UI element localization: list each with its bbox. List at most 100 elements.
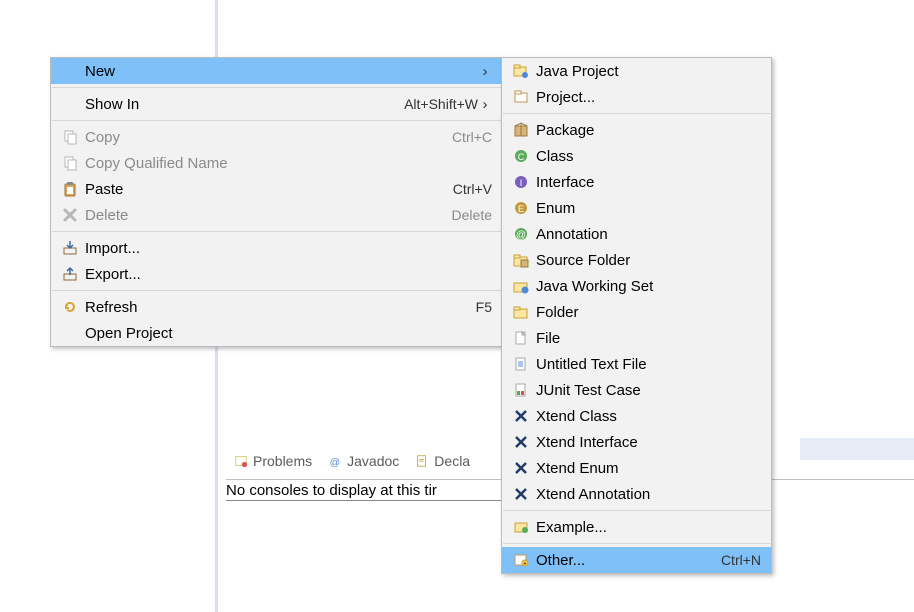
menu-item-show-in[interactable]: Show InAlt+Shift+W› — [51, 91, 502, 117]
menu-item-paste[interactable]: PasteCtrl+V — [51, 176, 502, 202]
enum-icon: E — [508, 200, 534, 216]
menu-item-label: Refresh — [83, 299, 466, 316]
menu-item-import[interactable]: Import... — [51, 235, 502, 261]
menu-item-java-project[interactable]: Java Project — [502, 58, 771, 84]
chevron-right-icon: › — [478, 63, 492, 80]
menu-item-label: Xtend Annotation — [534, 486, 761, 503]
menu-separator — [503, 543, 770, 544]
menu-item-text-file[interactable]: Untitled Text File — [502, 351, 771, 377]
menu-separator — [52, 290, 501, 291]
menu-item-label: Untitled Text File — [534, 356, 761, 373]
menu-item-shortcut: F5 — [466, 299, 492, 315]
svg-text:E: E — [518, 204, 524, 214]
xtend-icon — [508, 434, 534, 450]
menu-item-label: Package — [534, 122, 761, 139]
menu-item-label: Source Folder — [534, 252, 761, 269]
menu-item-xtend-annotation[interactable]: Xtend Annotation — [502, 481, 771, 507]
menu-item-other[interactable]: + Other...Ctrl+N — [502, 547, 771, 573]
javadoc-icon: @ — [328, 454, 342, 468]
svg-text:@: @ — [516, 230, 526, 241]
menu-item-label: Xtend Enum — [534, 460, 761, 477]
menu-item-label: Annotation — [534, 226, 761, 243]
declaration-icon — [415, 454, 429, 468]
menu-item-label: Folder — [534, 304, 761, 321]
folder-icon — [508, 304, 534, 320]
package-icon — [508, 122, 534, 138]
menu-item-label: File — [534, 330, 761, 347]
context-menu-new-submenu[interactable]: Java ProjectProject...PackageCClassIInte… — [501, 57, 772, 574]
menu-separator — [52, 120, 501, 121]
refresh-icon — [57, 299, 83, 315]
junit-icon — [508, 382, 534, 398]
svg-text:@: @ — [330, 456, 341, 468]
xtend-icon — [508, 408, 534, 424]
menu-item-label: Project... — [534, 89, 761, 106]
menu-item-open-project[interactable]: Open Project — [51, 320, 502, 346]
view-tab-label: Decla — [434, 453, 470, 469]
view-tab[interactable]: Problems — [226, 449, 320, 473]
menu-item-export[interactable]: Export... — [51, 261, 502, 287]
problems-icon — [234, 454, 248, 468]
menu-item-junit[interactable]: JUnit Test Case — [502, 377, 771, 403]
menu-item-shortcut: Ctrl+N — [711, 552, 761, 568]
menu-item-delete: DeleteDelete — [51, 202, 502, 228]
file-icon — [508, 330, 534, 346]
menu-item-label: Import... — [83, 240, 492, 257]
export-icon — [57, 266, 83, 282]
menu-item-xtend-class[interactable]: Xtend Class — [502, 403, 771, 429]
menu-item-folder[interactable]: Folder — [502, 299, 771, 325]
svg-text:I: I — [520, 178, 523, 188]
menu-item-shortcut: Ctrl+C — [442, 129, 492, 145]
menu-item-file[interactable]: File — [502, 325, 771, 351]
view-tab-label: Javadoc — [347, 453, 399, 469]
console-message: No consoles to display at this tir — [226, 482, 506, 501]
menu-item-copy: CopyCtrl+C — [51, 124, 502, 150]
source-folder-icon — [508, 252, 534, 268]
menu-item-label: Show In — [83, 96, 394, 113]
menu-item-example[interactable]: Example... — [502, 514, 771, 540]
chevron-right-icon: › — [478, 96, 492, 113]
menu-item-label: Xtend Interface — [534, 434, 761, 451]
menu-item-annotation[interactable]: @ Annotation — [502, 221, 771, 247]
menu-item-shortcut: Delete — [442, 207, 492, 223]
view-tab[interactable]: @ Javadoc — [320, 449, 407, 473]
view-tab[interactable]: Decla — [407, 449, 478, 473]
menu-item-label: Java Project — [534, 63, 761, 80]
menu-separator — [52, 87, 501, 88]
menu-item-label: Enum — [534, 200, 761, 217]
menu-item-interface[interactable]: IInterface — [502, 169, 771, 195]
menu-item-refresh[interactable]: RefreshF5 — [51, 294, 502, 320]
menu-item-source-folder[interactable]: Source Folder — [502, 247, 771, 273]
menu-item-label: Export... — [83, 266, 492, 283]
menu-item-label: Other... — [534, 552, 711, 569]
menu-item-label: New — [83, 63, 478, 80]
menu-item-label: Copy — [83, 129, 442, 146]
menu-item-shortcut: Alt+Shift+W — [394, 96, 478, 112]
menu-item-xtend-interface[interactable]: Xtend Interface — [502, 429, 771, 455]
menu-item-label: Example... — [534, 519, 761, 536]
context-menu-primary[interactable]: New›Show InAlt+Shift+W›CopyCtrl+CCopy Qu… — [50, 57, 503, 347]
menu-item-working-set[interactable]: Java Working Set — [502, 273, 771, 299]
menu-item-label: JUnit Test Case — [534, 382, 761, 399]
menu-item-package[interactable]: Package — [502, 117, 771, 143]
import-icon — [57, 240, 83, 256]
delete-icon — [57, 207, 83, 223]
svg-text:+: + — [524, 561, 527, 567]
class-icon: C — [508, 148, 534, 164]
text-file-icon — [508, 356, 534, 372]
menu-item-label: Xtend Class — [534, 408, 761, 425]
menu-item-label: Copy Qualified Name — [83, 155, 492, 172]
xtend-icon — [508, 486, 534, 502]
working-set-icon — [508, 278, 534, 294]
project-icon — [508, 89, 534, 105]
annotation-icon: @ — [508, 226, 534, 242]
menu-separator — [503, 510, 770, 511]
menu-item-project[interactable]: Project... — [502, 84, 771, 110]
menu-item-label: Class — [534, 148, 761, 165]
menu-item-enum[interactable]: E Enum — [502, 195, 771, 221]
menu-item-class[interactable]: CClass — [502, 143, 771, 169]
java-project-icon — [508, 63, 534, 79]
menu-item-new[interactable]: New› — [51, 58, 502, 84]
view-tab-label: Problems — [253, 453, 312, 469]
menu-item-xtend-enum[interactable]: Xtend Enum — [502, 455, 771, 481]
